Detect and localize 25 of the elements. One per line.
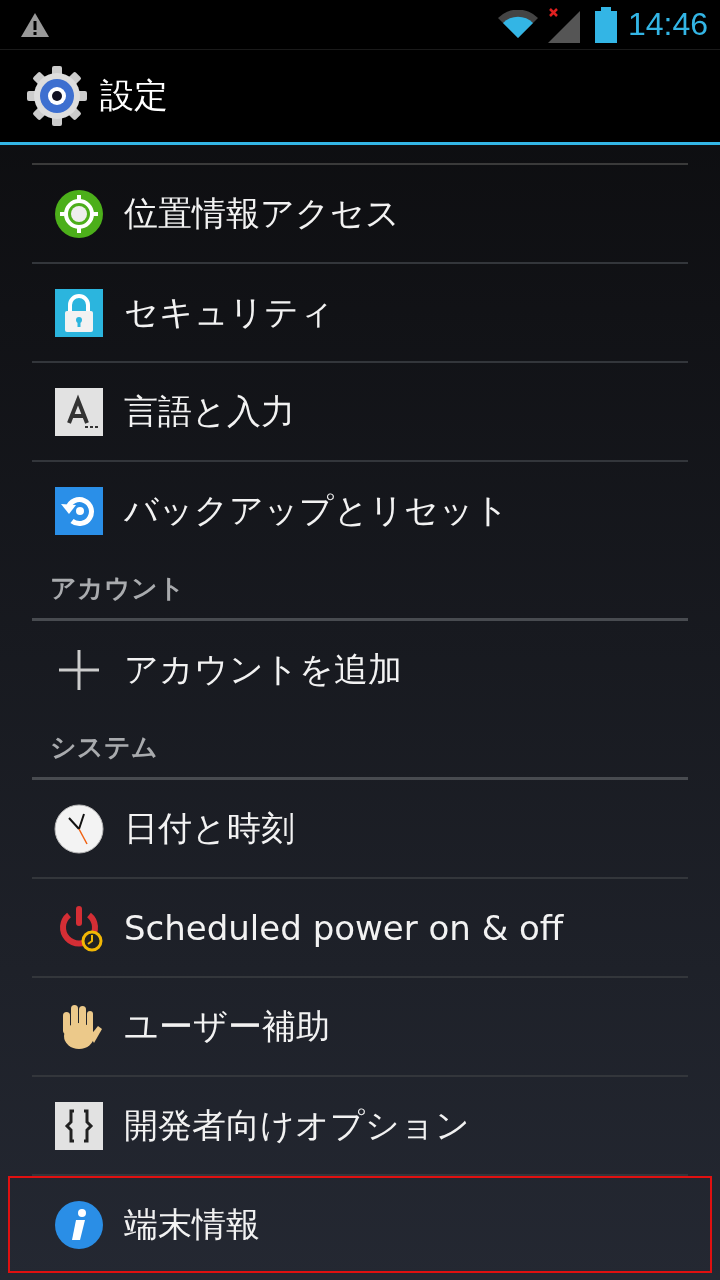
gear-icon[interactable] <box>26 65 88 127</box>
settings-item[interactable]: セキュリティ <box>8 264 712 361</box>
battery-icon <box>593 6 618 43</box>
padlock-icon <box>54 287 104 338</box>
section-header: アカウント <box>32 559 688 621</box>
settings-item[interactable]: 位置情報アクセス <box>8 165 712 262</box>
settings-item[interactable]: Scheduled power on & off <box>8 879 712 976</box>
section-header: システム <box>32 718 688 780</box>
settings-item[interactable]: 言語と入力 <box>8 363 712 460</box>
settings-item[interactable]: アカウントを追加 <box>8 621 712 718</box>
settings-item[interactable]: 日付と時刻 <box>8 780 712 877</box>
keyboard-key-icon <box>54 386 104 437</box>
settings-item[interactable]: 開発者向けオプション <box>8 1077 712 1174</box>
warning-icon <box>20 11 50 38</box>
clock-time: 14:46 <box>627 6 708 43</box>
settings-item[interactable]: ユーザー補助 <box>8 978 712 1075</box>
settings-item[interactable]: バックアップとリセット <box>8 462 712 559</box>
wifi-icon <box>497 9 538 40</box>
braces-icon <box>54 1100 104 1151</box>
screen-title: 設定 <box>100 74 168 117</box>
info-icon <box>54 1199 104 1250</box>
target-icon <box>54 188 104 239</box>
restore-icon <box>54 485 104 536</box>
clock-icon <box>54 803 104 854</box>
settings-item[interactable]: 端末情報 <box>8 1176 712 1273</box>
